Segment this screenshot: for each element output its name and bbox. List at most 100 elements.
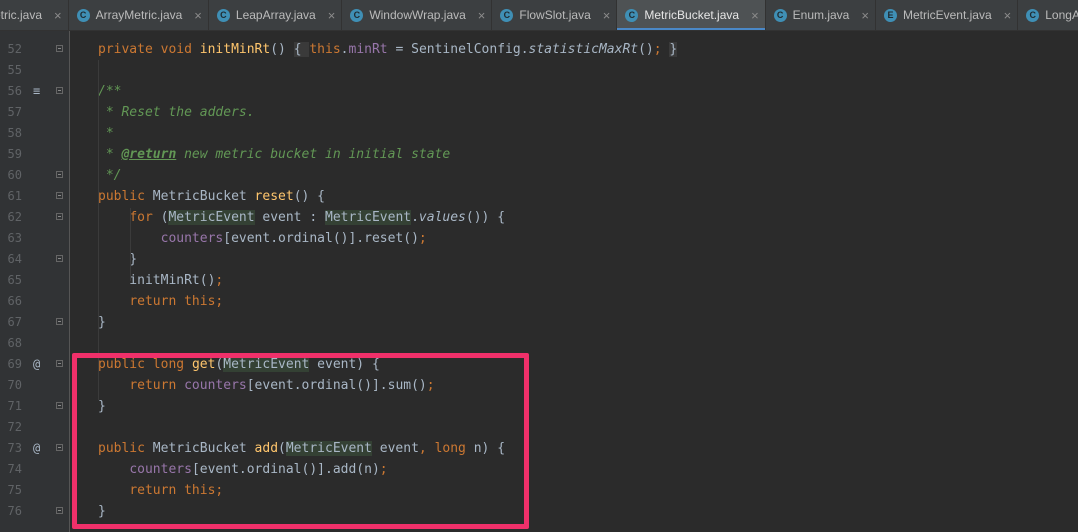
line-number: 66 (7, 294, 22, 308)
tab-label: Metric.java (0, 8, 43, 22)
code-token: MetricEvent (168, 210, 255, 225)
java-class-icon: C (773, 8, 787, 22)
fold-toggle-icon[interactable] (56, 255, 63, 262)
gutter-row: 74 (0, 459, 70, 480)
code-line[interactable]: private void initMinRt() { this.minRt = … (98, 39, 678, 60)
tab-arraymetric-java[interactable]: C ArrayMetric.java × (69, 0, 209, 30)
override-marker-icon[interactable]: @ (33, 354, 40, 375)
code-token: . (411, 210, 419, 225)
line-number: 69 (7, 357, 22, 371)
code-line[interactable]: return this; (98, 291, 223, 312)
tab-metric-java[interactable]: Metric.java × (0, 0, 69, 30)
code-line[interactable]: } (98, 249, 137, 270)
gutter-row: 64 (0, 249, 70, 270)
close-icon[interactable]: × (861, 8, 869, 23)
code-token: . (340, 42, 349, 57)
code-token: minRt (348, 42, 388, 57)
java-class-icon: C (625, 8, 639, 22)
gutter-row: 56 ≡ (0, 81, 70, 102)
gutter-row: 73 @ (0, 438, 70, 459)
code-token: } (98, 315, 106, 330)
close-icon[interactable]: × (603, 8, 611, 23)
override-marker-icon[interactable]: @ (33, 438, 40, 459)
code-line[interactable]: public MetricBucket reset() { (98, 186, 325, 207)
tab-flowslot-java[interactable]: C FlowSlot.java × (492, 0, 618, 30)
code-token: new metric bucket in initial state (176, 147, 451, 162)
code-token: () (270, 42, 294, 57)
code-token: */ (98, 168, 122, 183)
java-class-icon: C (76, 8, 90, 22)
code-line[interactable]: * Reset the adders. (98, 102, 255, 123)
tab-metricbucket-java[interactable]: C MetricBucket.java × (617, 0, 766, 30)
code-line[interactable]: * (98, 123, 114, 144)
line-number: 64 (7, 252, 22, 266)
fold-toggle-icon[interactable] (56, 360, 63, 367)
tab-label: MetricEvent.java (902, 8, 992, 22)
gutter-row: 62 (0, 207, 70, 228)
code-line[interactable]: */ (98, 165, 122, 186)
close-icon[interactable]: × (194, 8, 202, 23)
fold-toggle-icon[interactable] (56, 192, 63, 199)
tab-label: LongAdder.java (1045, 8, 1078, 22)
line-number-gutter: 52 55 56 ≡ 57 58 59 60 61 62 63 64 65 66 67 68 69 @70 71 72… (0, 31, 70, 532)
line-number: 72 (7, 420, 22, 434)
line-number: 62 (7, 210, 22, 224)
code-token: ; (653, 42, 670, 57)
close-icon[interactable]: × (1004, 8, 1012, 23)
tab-metricevent-java[interactable]: E MetricEvent.java × (876, 0, 1019, 30)
fold-toggle-icon[interactable] (56, 45, 63, 52)
gutter-row: 59 (0, 144, 70, 165)
close-icon[interactable]: × (751, 8, 759, 23)
doc-render-icon[interactable]: ≡ (33, 81, 40, 102)
code-line[interactable]: counters[event.ordinal()].reset(); (98, 228, 427, 249)
fold-toggle-icon[interactable] (56, 402, 63, 409)
line-number: 73 (7, 441, 22, 455)
gutter-row: 52 (0, 39, 70, 60)
tab-leaparray-java[interactable]: C LeapArray.java × (209, 0, 343, 30)
gutter-row: 71 (0, 396, 70, 417)
gutter-row: 69 @ (0, 354, 70, 375)
fold-toggle-icon[interactable] (56, 318, 63, 325)
close-icon[interactable]: × (54, 8, 62, 23)
tab-enum-java[interactable]: C Enum.java × (766, 0, 876, 30)
fold-toggle-icon[interactable] (56, 213, 63, 220)
gutter-row: 58 (0, 123, 70, 144)
tab-windowwrap-java[interactable]: C WindowWrap.java × (342, 0, 493, 30)
code-token: event : (254, 210, 325, 225)
line-number: 68 (7, 336, 22, 350)
gutter-row: 68 (0, 333, 70, 354)
close-icon[interactable]: × (328, 8, 336, 23)
line-number: 60 (7, 168, 22, 182)
line-number: 74 (7, 462, 22, 476)
code-line[interactable]: initMinRt(); (98, 270, 223, 291)
gutter-row: 76 (0, 501, 70, 522)
code-token: private (98, 42, 161, 57)
java-class-icon: C (350, 8, 364, 22)
java-class-icon: C (1026, 8, 1040, 22)
code-token: return this; (129, 294, 224, 309)
line-number: 67 (7, 315, 22, 329)
line-number: 70 (7, 378, 22, 392)
code-token: ()) { (465, 210, 506, 225)
close-icon[interactable]: × (478, 8, 486, 23)
code-token: this (309, 42, 341, 57)
line-number: 63 (7, 231, 22, 245)
fold-toggle-icon[interactable] (56, 87, 63, 94)
fold-toggle-icon[interactable] (56, 507, 63, 514)
gutter-row: 57 (0, 102, 70, 123)
line-number: 52 (7, 42, 22, 56)
code-line[interactable]: /** (98, 81, 121, 102)
fold-toggle-icon[interactable] (56, 444, 63, 451)
code-line[interactable]: * @return new metric bucket in initial s… (98, 144, 450, 165)
gutter-row: 75 (0, 480, 70, 501)
tab-longadder-java[interactable]: CLongAdder.java× (1018, 0, 1078, 30)
code-line[interactable]: } (98, 312, 106, 333)
java-class-icon: C (500, 8, 514, 22)
gutter-row: 70 (0, 375, 70, 396)
code-line[interactable]: for (MetricEvent event : MetricEvent.val… (98, 207, 505, 228)
line-number: 56 (7, 84, 22, 98)
code-token: * (98, 147, 122, 162)
fold-toggle-icon[interactable] (56, 171, 63, 178)
